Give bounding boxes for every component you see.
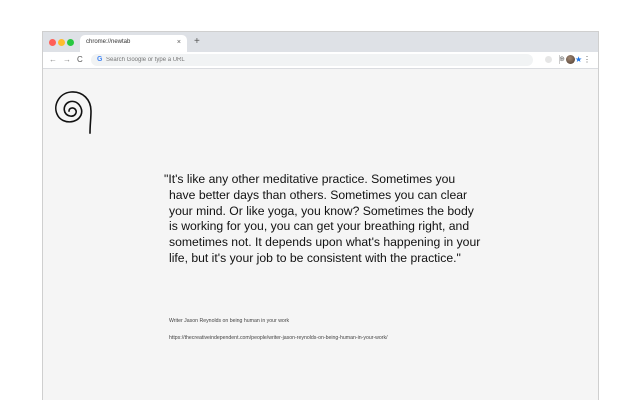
window-maximize-button[interactable] (67, 39, 74, 46)
new-tab-button[interactable]: + (194, 36, 200, 48)
spiral-logo-icon (55, 91, 92, 134)
browser-window: chrome://newtab × + ← → C G ⊕ ★ ⋮ "It's … (43, 32, 598, 400)
window-minimize-button[interactable] (58, 39, 65, 46)
google-icon: G (97, 56, 103, 63)
address-bar-input[interactable] (106, 54, 406, 66)
forward-arrow-icon[interactable]: → (63, 54, 71, 65)
quote-text: "It's like any other meditative practice… (164, 172, 484, 267)
tab-close-icon[interactable]: × (177, 38, 181, 47)
profile-avatar[interactable] (566, 55, 575, 64)
window-close-button[interactable] (49, 39, 56, 46)
omnibox[interactable]: G ⊕ ★ (91, 54, 582, 66)
reload-icon[interactable]: C (77, 54, 83, 65)
browser-toolbar: ← → C G ⊕ ★ ⋮ (43, 52, 598, 69)
new-tab-page: "It's like any other meditative practice… (43, 69, 598, 400)
tab-strip: chrome://newtab × + (43, 32, 598, 52)
bookmark-star-icon[interactable]: ★ (575, 55, 582, 65)
kebab-menu-icon[interactable]: ⋮ (583, 54, 591, 65)
tab-title: chrome://newtab (86, 39, 131, 45)
quote-attribution: Writer Jason Reynolds on being human in … (169, 318, 290, 324)
quote-body: "It's like any other meditative practice… (164, 172, 481, 265)
extension-icon[interactable] (545, 56, 552, 63)
tab-newtab[interactable]: chrome://newtab × (80, 35, 187, 52)
toolbar-divider (559, 55, 560, 64)
source-link[interactable]: https://thecreativeindependent.com/peopl… (169, 335, 388, 341)
back-arrow-icon[interactable]: ← (49, 54, 57, 65)
